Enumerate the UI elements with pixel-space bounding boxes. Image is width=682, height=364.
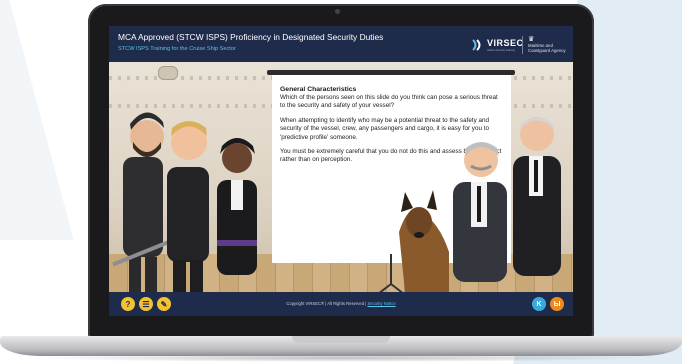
agency-logo-text: Maritime and Coastguard Agency (528, 43, 566, 53)
virsec-logo: VIRSEC (487, 38, 524, 48)
course-header: MCA Approved (STCW ISPS) Proficiency in … (109, 26, 573, 62)
logo-divider (522, 36, 523, 54)
course-title: MCA Approved (STCW ISPS) Proficiency in … (118, 32, 384, 42)
woman-character (217, 138, 257, 275)
crest-icon: ♛ (528, 36, 535, 43)
characters-illustration (112, 112, 561, 292)
course-subtitle: STCW ISPS Training for the Cruise Ship S… (118, 46, 236, 52)
course-footer: ? ☰ ✎ Copyright VIRSEC® | All Rights Res… (109, 292, 573, 316)
blond-man-character (167, 121, 209, 292)
virsec-tagline: online security training (487, 48, 515, 52)
older-officer-character (453, 142, 507, 282)
bearded-man-character (112, 112, 170, 292)
security-notice-link[interactable]: Security Notice (367, 301, 395, 306)
laptop-notch (292, 336, 390, 343)
webcam (335, 9, 340, 14)
virsec-logo-icon (472, 39, 481, 51)
laptop-screen: MCA Approved (STCW ISPS) Proficiency in … (109, 26, 573, 316)
next-slide-button[interactable]: Ы (550, 297, 564, 311)
copyright-label: Copyright VIRSEC® | All Rights Reserved … (286, 301, 367, 306)
copyright-text: Copyright VIRSEC® | All Rights Reserved … (109, 301, 573, 306)
german-shepherd-dog-character (399, 190, 449, 292)
tall-bald-man-character (513, 117, 561, 276)
previous-slide-button[interactable]: K (532, 297, 546, 311)
